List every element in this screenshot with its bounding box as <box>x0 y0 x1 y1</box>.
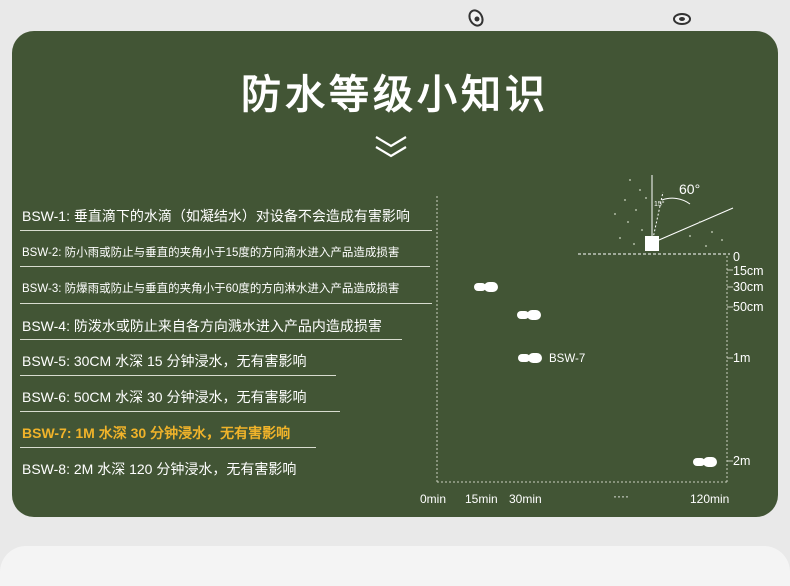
y-tick: 15cm <box>733 264 764 278</box>
y-tick: 2m <box>733 454 751 468</box>
y-tick: 30cm <box>733 280 764 294</box>
x-tick: ···· <box>613 489 629 503</box>
y-axis-ticks <box>727 269 733 462</box>
y-tick: 50cm <box>733 300 764 314</box>
y-tick: 1m <box>733 351 751 365</box>
angle-15-label: 15° <box>654 200 665 208</box>
earphone-marker-bsw-7 <box>518 353 542 363</box>
bsw-7-marker-label: BSW-7 <box>549 353 585 365</box>
y-tick: 0 <box>733 250 740 264</box>
x-tick: 0min <box>420 492 447 506</box>
earphone-marker-bsw-8 <box>693 457 717 467</box>
depth-time-diagram: 60° 15° BSW-7 <box>436 175 734 483</box>
drip-illustration <box>578 175 734 255</box>
x-tick: 30min <box>509 492 542 506</box>
earphone-marker-bsw-6 <box>517 310 541 320</box>
next-section-card <box>0 546 790 586</box>
angle-60-label: 60° <box>679 181 700 197</box>
x-tick: 120min <box>690 492 730 506</box>
x-tick: 15min <box>465 492 498 506</box>
earphone-marker-bsw-5 <box>474 282 498 292</box>
